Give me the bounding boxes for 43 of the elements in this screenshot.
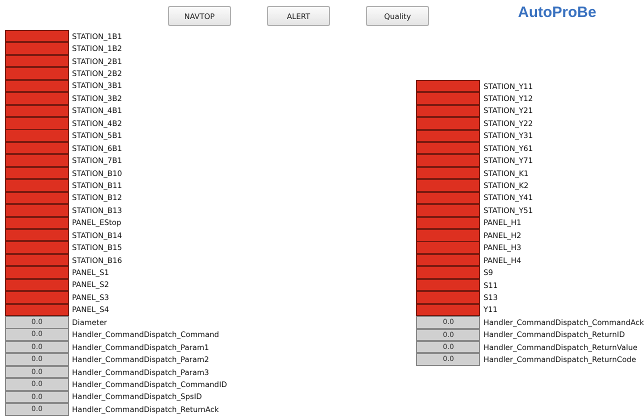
status-indicator: [416, 117, 480, 130]
status-indicator: [416, 192, 480, 204]
status-indicator: [416, 304, 480, 316]
status-indicator: [416, 166, 480, 180]
status-indicator: [5, 129, 69, 142]
status-indicator: [416, 216, 480, 230]
status-indicator: [5, 216, 69, 230]
status-indicator: [5, 179, 69, 192]
status-indicator: [5, 117, 69, 130]
status-indicator: [5, 30, 69, 42]
status-indicator: [5, 42, 69, 55]
status-indicator: [416, 130, 480, 142]
status-indicator: [5, 278, 69, 292]
status-indicator: [416, 266, 480, 279]
status-indicator: [5, 104, 69, 118]
status-indicator: [416, 254, 480, 266]
status-indicator: [5, 142, 69, 154]
status-indicator: [5, 266, 69, 279]
status-indicator: [5, 92, 69, 105]
status-indicator: [5, 54, 69, 68]
status-indicator: [5, 304, 69, 316]
status-indicator: [416, 142, 480, 154]
status-indicator: [5, 241, 69, 254]
status-indicator: [416, 204, 480, 217]
status-indicator: [416, 229, 480, 242]
status-indicator: [416, 291, 480, 304]
status-indicator: [416, 278, 480, 292]
status-indicator: [5, 204, 69, 217]
status-indicator: [416, 179, 480, 192]
status-indicator: [416, 241, 480, 254]
status-indicator: [416, 92, 480, 105]
status-indicator: [5, 154, 69, 167]
status-indicator: [416, 104, 480, 118]
status-indicator: [5, 254, 69, 266]
status-indicator: [5, 67, 69, 80]
logo: AutoProBe: [518, 4, 596, 20]
status-indicator: [416, 154, 480, 167]
status-indicator: [416, 80, 480, 92]
status-indicator: [5, 166, 69, 180]
status-indicator: [5, 80, 69, 92]
status-indicator: [5, 228, 69, 242]
status-indicator: [5, 192, 69, 204]
status-indicator: [5, 291, 69, 304]
